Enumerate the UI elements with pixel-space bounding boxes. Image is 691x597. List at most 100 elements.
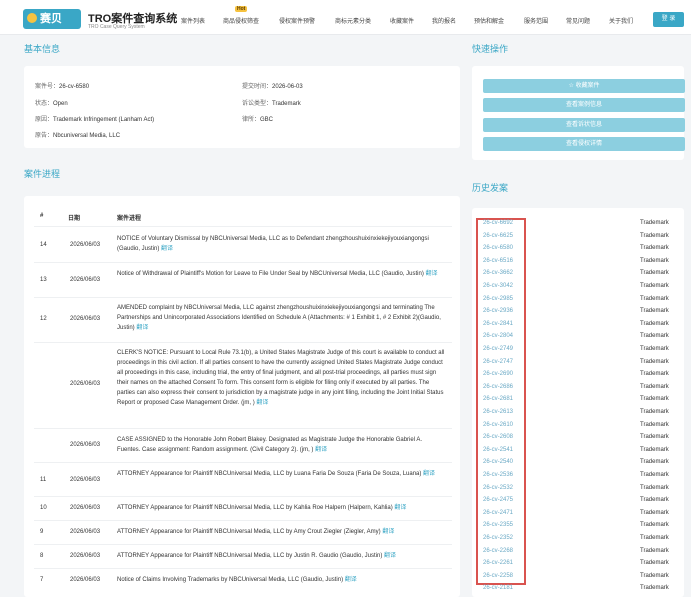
nav-item-case-list[interactable]: 案件列表 xyxy=(181,16,205,25)
history-case-link[interactable]: 26-cv-2355 xyxy=(483,522,513,528)
quick-actions-title: 快速操作 xyxy=(472,44,509,54)
favorite-case-button[interactable]: ☆ 收藏案件 xyxy=(483,79,685,93)
history-case-link[interactable]: 26-cv-2681 xyxy=(483,396,513,402)
row-number: 14 xyxy=(40,242,47,248)
nav-item-about[interactable]: 关于我们 xyxy=(609,16,633,25)
history-case-type: Trademark xyxy=(640,560,669,567)
history-case-type: Trademark xyxy=(640,346,669,352)
nav-item-favorites[interactable]: 收藏案件 xyxy=(390,16,414,25)
logo[interactable]: 赛贝 xyxy=(23,9,81,29)
law-firm: 律所：GBC xyxy=(242,117,274,123)
header-date: 日期 xyxy=(68,216,81,222)
history-case-link[interactable]: 26-cv-2258 xyxy=(483,573,513,579)
row-divider xyxy=(34,496,452,497)
translate-link[interactable]: 翻译 xyxy=(423,471,435,477)
history-case-link[interactable]: 26-cv-2261 xyxy=(483,560,513,566)
history-case-link[interactable]: 26-cv-3042 xyxy=(483,283,513,289)
translate-link[interactable]: 翻译 xyxy=(426,271,438,277)
history-case-link[interactable]: 26-cv-2181 xyxy=(483,585,513,591)
nav-item-trademark-category[interactable]: 商标元素分类 xyxy=(335,16,371,25)
row-divider xyxy=(34,342,452,343)
row-date: 2026/06/03 xyxy=(70,577,101,583)
history-case-link[interactable]: 26-cv-2610 xyxy=(483,422,513,428)
nav-item-services[interactable]: 服务范围 xyxy=(524,16,548,25)
translate-link[interactable]: 翻译 xyxy=(384,553,396,559)
nav-item-product-screening[interactable]: 商品侵权筛查 xyxy=(223,16,259,25)
history-case-link[interactable]: 26-cv-2536 xyxy=(483,472,513,478)
filed-date: 提交时间：2026-06-03 xyxy=(242,84,303,90)
history-case-type: Trademark xyxy=(640,283,669,289)
basic-info-card: 案件号：26-cv-6580 提交时间：2026-06-03 状态：Open 诉… xyxy=(24,66,460,148)
view-case-info-button[interactable]: 查看案例信息 xyxy=(483,98,685,112)
history-case-type: Trademark xyxy=(640,257,669,264)
table-row: NOTICE of Voluntary Dismissal by NBCUniv… xyxy=(117,236,429,252)
history-case-link[interactable]: 26-cv-6516 xyxy=(483,258,513,264)
table-row: AMENDED complaint by NBCUniversal Media,… xyxy=(117,305,441,331)
header-progress: 案件进程 xyxy=(117,216,142,222)
history-case-type: Trademark xyxy=(640,434,669,441)
history-case-link[interactable]: 26-cv-2985 xyxy=(483,296,513,302)
history-case-link[interactable]: 26-cv-2841 xyxy=(483,321,513,327)
history-case-link[interactable]: 26-cv-2540 xyxy=(483,459,513,465)
hot-badge: Hot xyxy=(235,6,248,12)
history-case-type: Trademark xyxy=(640,421,669,428)
history-case-type: Trademark xyxy=(640,308,669,315)
row-date: 2026/06/03 xyxy=(70,529,101,535)
case-number: 案件号：26-cv-6580 xyxy=(35,84,90,90)
history-case-link[interactable]: 26-cv-2686 xyxy=(483,384,513,390)
table-row: Notice of Claims Involving Trademarks by… xyxy=(117,577,357,583)
history-case-type: Trademark xyxy=(640,459,669,466)
history-case-link[interactable]: 26-cv-2608 xyxy=(483,434,513,440)
view-complaint-button[interactable]: 查看诉状信息 xyxy=(483,118,685,132)
history-case-link[interactable]: 26-cv-2268 xyxy=(483,548,513,554)
translate-link[interactable]: 翻译 xyxy=(136,325,148,331)
basic-info-title: 基本信息 xyxy=(24,44,61,54)
history-case-type: Trademark xyxy=(640,585,669,592)
case-status: 状态：Open xyxy=(35,101,68,107)
nav-item-my-registrations[interactable]: 我的报名 xyxy=(432,16,456,25)
translate-link[interactable]: 翻译 xyxy=(256,400,268,406)
table-row: ATTORNEY Appearance for Plaintiff NBCUni… xyxy=(117,505,407,511)
history-case-link[interactable]: 26-cv-2541 xyxy=(483,447,513,453)
nav-item-faq[interactable]: 常见问题 xyxy=(566,16,590,25)
history-case-link[interactable]: 26-cv-6580 xyxy=(483,245,513,251)
row-date: 2026/06/03 xyxy=(70,553,101,559)
row-divider xyxy=(34,544,452,545)
nav-item-case-alert[interactable]: 侵权案件预警 xyxy=(279,16,315,25)
translate-link[interactable]: 翻译 xyxy=(394,505,406,511)
nav-item-settlement-estimate[interactable]: 预估和解金 xyxy=(474,16,504,25)
login-button[interactable]: 登 录 xyxy=(653,12,684,27)
row-date: 2026/06/03 xyxy=(70,316,101,322)
history-case-link[interactable]: 26-cv-2475 xyxy=(483,497,513,503)
history-case-link[interactable]: 26-cv-2471 xyxy=(483,510,513,516)
history-case-link[interactable]: 26-cv-2804 xyxy=(483,333,513,339)
history-case-link[interactable]: 26-cv-2936 xyxy=(483,308,513,314)
history-case-link[interactable]: 26-cv-2352 xyxy=(483,535,513,541)
translate-link[interactable]: 翻译 xyxy=(315,447,327,453)
history-case-type: Trademark xyxy=(640,371,669,378)
header-number: # xyxy=(40,213,44,219)
history-case-type: Trademark xyxy=(640,497,669,504)
history-case-type: Trademark xyxy=(640,522,669,529)
history-case-link[interactable]: 26-cv-2747 xyxy=(483,359,513,365)
history-title: 历史发案 xyxy=(472,183,509,193)
view-infringement-button[interactable]: 查看侵权详情 xyxy=(483,137,685,151)
table-row: CASE ASSIGNED to the Honorable John Robe… xyxy=(117,437,423,453)
history-case-link[interactable]: 26-cv-3662 xyxy=(483,270,513,276)
history-case-link[interactable]: 26-cv-6692 xyxy=(483,220,513,226)
row-number: 10 xyxy=(40,505,47,511)
row-number: 8 xyxy=(40,553,44,559)
translate-link[interactable]: 翻译 xyxy=(345,577,357,583)
translate-link[interactable]: 翻译 xyxy=(161,246,173,252)
history-case-link[interactable]: 26-cv-6625 xyxy=(483,233,513,239)
history-case-type: Trademark xyxy=(640,270,669,277)
history-case-link[interactable]: 26-cv-2749 xyxy=(483,346,513,352)
history-case-link[interactable]: 26-cv-2613 xyxy=(483,409,513,415)
row-date: 2026/06/03 xyxy=(70,442,101,448)
history-case-link[interactable]: 26-cv-2690 xyxy=(483,371,513,377)
history-case-type: Trademark xyxy=(640,320,669,327)
row-divider xyxy=(34,428,452,429)
translate-link[interactable]: 翻译 xyxy=(382,529,394,535)
row-date: 2026/06/03 xyxy=(70,242,101,248)
history-case-link[interactable]: 26-cv-2532 xyxy=(483,485,513,491)
